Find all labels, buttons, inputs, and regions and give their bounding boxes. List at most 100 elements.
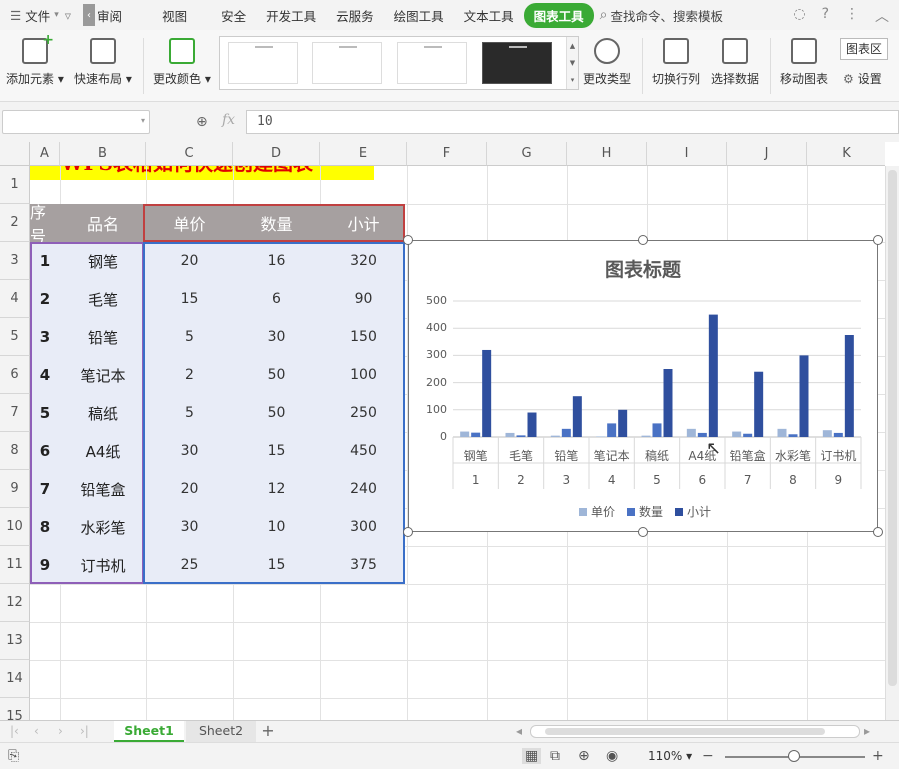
formula-input[interactable]: 10: [246, 110, 899, 134]
collapse-icon[interactable]: ︿: [875, 6, 889, 26]
bar-2-7[interactable]: [799, 355, 809, 437]
bar-0-3[interactable]: [596, 436, 606, 437]
column-header-j[interactable]: J: [727, 142, 807, 166]
change-type-button[interactable]: 更改类型: [583, 38, 631, 87]
column-header-k[interactable]: K: [807, 142, 885, 166]
bar-1-2[interactable]: [561, 428, 571, 437]
bar-1-7[interactable]: [788, 434, 798, 437]
chart-style-3[interactable]: [397, 42, 467, 84]
fx-icon[interactable]: fx: [222, 112, 235, 128]
bar-2-8[interactable]: [844, 335, 854, 437]
menu-text-tools[interactable]: 文本工具: [454, 6, 524, 25]
chart[interactable]: 图表标题 单价 数量 小计 0 100 200 300 400 500 钢笔 1 毛笔 2 铅笔 3 笔…: [408, 240, 878, 532]
chat-icon[interactable]: ◌: [793, 6, 805, 26]
page-break-icon[interactable]: ⧉: [550, 748, 560, 764]
more-icon[interactable]: ⋮: [845, 6, 859, 26]
row-header-14[interactable]: 14: [0, 660, 30, 698]
change-color-button[interactable]: 更改颜色 ▾: [153, 38, 211, 87]
menu-security[interactable]: 安全: [197, 6, 256, 25]
chart-legend[interactable]: 单价 数量 小计: [579, 503, 711, 520]
row-header-13[interactable]: 13: [0, 622, 30, 660]
header-cell[interactable]: 品名: [60, 204, 146, 242]
select-data-button[interactable]: 选择数据: [711, 38, 759, 87]
row-header-4[interactable]: 4: [0, 280, 30, 318]
add-element-button[interactable]: + 添加元素 ▾: [6, 32, 64, 87]
bar-1-4[interactable]: [652, 423, 662, 437]
zoom-icon[interactable]: ⊕: [196, 114, 208, 130]
normal-view-icon[interactable]: ▦: [522, 748, 542, 764]
chart-style-4[interactable]: [482, 42, 552, 84]
row-header-6[interactable]: 6: [0, 356, 30, 394]
chart-style-gallery[interactable]: ▲ ▼ ▾: [219, 36, 579, 90]
help-icon[interactable]: ?: [822, 6, 829, 26]
zoom-level[interactable]: 110% ▾: [648, 749, 692, 763]
scroll-left-icon[interactable]: ‹: [83, 4, 96, 26]
horizontal-scrollbar[interactable]: [530, 725, 860, 738]
bar-2-1[interactable]: [527, 412, 537, 437]
bar-1-1[interactable]: [516, 435, 526, 437]
column-header-h[interactable]: H: [567, 142, 647, 166]
zoom-in-icon[interactable]: +: [872, 748, 884, 764]
header-cell[interactable]: 序号: [30, 203, 60, 246]
bar-0-4[interactable]: [641, 435, 651, 437]
row-header-11[interactable]: 11: [0, 546, 30, 584]
bar-0-5[interactable]: [686, 428, 696, 437]
menu-drawing-tools[interactable]: 绘图工具: [384, 6, 454, 25]
bar-2-0[interactable]: [482, 349, 492, 437]
command-search[interactable]: ⌕ 查找命令、搜索模板: [600, 6, 723, 25]
tab-chart-tools[interactable]: 图表工具: [523, 2, 594, 28]
menu-cloud[interactable]: 云服务: [326, 6, 384, 25]
resize-handle[interactable]: [873, 235, 883, 245]
zoom-slider-knob[interactable]: [788, 750, 800, 762]
bar-0-6[interactable]: [732, 431, 742, 437]
menu-review[interactable]: 审阅: [95, 6, 132, 25]
column-header-f[interactable]: F: [407, 142, 487, 166]
column-header-a[interactable]: A: [30, 142, 60, 166]
add-sheet-button[interactable]: +: [258, 721, 278, 740]
row-header-2[interactable]: 2: [0, 204, 30, 242]
scroll-left-icon[interactable]: ◂: [516, 724, 522, 738]
first-sheet-icon[interactable]: |‹: [10, 724, 19, 738]
file-menu[interactable]: ☰ 文件 ▾: [0, 6, 59, 25]
column-header-c[interactable]: C: [146, 142, 233, 166]
row-header-15[interactable]: 15: [0, 698, 30, 720]
select-all-corner[interactable]: [0, 142, 30, 166]
bar-1-5[interactable]: [697, 432, 707, 437]
move-chart-button[interactable]: 移动图表: [780, 38, 828, 87]
next-sheet-icon[interactable]: ›: [58, 724, 63, 738]
chart-style-2[interactable]: [312, 42, 382, 84]
chart-area-select[interactable]: 图表区: [840, 38, 888, 60]
row-header-8[interactable]: 8: [0, 432, 30, 470]
page-layout-icon[interactable]: ⊕: [578, 748, 590, 764]
row-header-3[interactable]: 3: [0, 242, 30, 280]
bar-0-2[interactable]: [550, 435, 560, 437]
row-header-7[interactable]: 7: [0, 394, 30, 432]
row-header-1[interactable]: 1: [0, 166, 30, 204]
row-header-10[interactable]: 10: [0, 508, 30, 546]
column-header-d[interactable]: D: [233, 142, 320, 166]
prev-sheet-icon[interactable]: ‹: [34, 724, 39, 738]
bar-1-8[interactable]: [833, 432, 843, 437]
resize-handle[interactable]: [403, 527, 413, 537]
quick-layout-button[interactable]: 快速布局 ▾: [74, 38, 132, 87]
reading-mode-icon[interactable]: ◉: [606, 748, 618, 764]
last-sheet-icon[interactable]: ›|: [80, 724, 89, 738]
vertical-scrollbar[interactable]: [885, 166, 899, 720]
scroll-thumb[interactable]: [545, 728, 825, 735]
column-header-e[interactable]: E: [320, 142, 407, 166]
bar-2-6[interactable]: [754, 371, 764, 437]
bar-0-7[interactable]: [777, 428, 787, 437]
quick-access-dropdown[interactable]: ▿: [59, 8, 77, 23]
row-header-9[interactable]: 9: [0, 470, 30, 508]
resize-handle[interactable]: [403, 235, 413, 245]
resize-handle[interactable]: [873, 527, 883, 537]
row-header-5[interactable]: 5: [0, 318, 30, 356]
zoom-out-icon[interactable]: −: [702, 748, 714, 764]
bar-2-4[interactable]: [663, 369, 673, 437]
bar-1-3[interactable]: [607, 423, 617, 437]
settings-button[interactable]: ⚙ 设置: [843, 70, 882, 87]
tab-sheet2[interactable]: Sheet2: [186, 721, 256, 742]
bar-1-6[interactable]: [743, 433, 753, 437]
macro-icon[interactable]: ⎘: [8, 748, 19, 764]
switch-row-col-button[interactable]: 切换行列: [652, 38, 700, 87]
